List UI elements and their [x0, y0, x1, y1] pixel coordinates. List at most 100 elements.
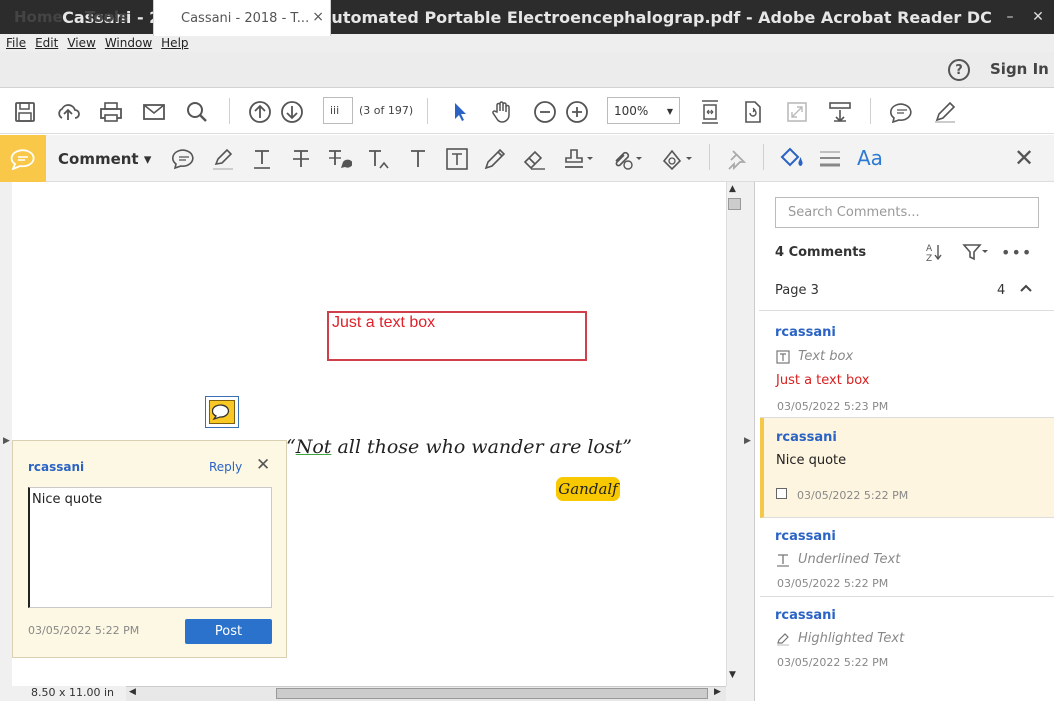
toolbar-divider [763, 144, 764, 170]
scroll-down-icon[interactable]: ▼ [729, 670, 736, 680]
comment-popup: rcassani Reply ✕ Nice quote 03/05/2022 5… [12, 440, 287, 658]
menu-window[interactable]: Window [105, 36, 152, 50]
eraser-icon[interactable] [521, 146, 547, 172]
search-comments-input[interactable]: Search Comments... [775, 197, 1039, 228]
collapse-left-panel-icon[interactable]: ▶ [3, 436, 10, 446]
comment-textarea[interactable]: Nice quote [28, 487, 272, 608]
line-weight-icon[interactable] [817, 146, 843, 172]
text-box-annotation[interactable]: Just a text box [327, 311, 587, 361]
more-options-icon[interactable]: ••• [1001, 243, 1032, 262]
page-group-count: 4 [997, 283, 1006, 298]
svg-text:A: A [926, 244, 933, 254]
attach-file-icon[interactable] [610, 146, 644, 172]
popup-author: rcassani [28, 460, 85, 474]
toolbar-divider [229, 98, 230, 124]
toolbar-divider [427, 98, 428, 124]
comment-tool-badge [0, 135, 46, 182]
comment-card[interactable]: rcassani Highlighted Text 03/05/2022 5:2… [760, 597, 1054, 677]
post-button[interactable]: Post [185, 619, 272, 644]
add-text-icon[interactable] [405, 146, 431, 172]
read-mode-icon[interactable] [828, 100, 852, 124]
pencil-draw-icon[interactable] [482, 146, 508, 172]
close-tab-icon[interactable]: × [312, 9, 324, 25]
zoom-level-select[interactable]: 100% ▼ [607, 97, 680, 124]
scroll-up-icon[interactable]: ▲ [729, 184, 736, 194]
next-page-icon[interactable] [280, 100, 304, 124]
quote-open: “ [286, 436, 296, 458]
pin-icon[interactable] [723, 146, 749, 172]
sticky-note-annotation[interactable] [205, 396, 239, 428]
sign-in-button[interactable]: Sign In [990, 60, 1049, 78]
collapse-panel-icon[interactable]: ▶ [744, 436, 751, 446]
select-pointer-icon[interactable] [448, 100, 472, 124]
shapes-icon[interactable] [660, 146, 694, 172]
vertical-scrollbar[interactable]: ▲ ▼ [726, 182, 742, 686]
search-icon[interactable] [185, 100, 209, 124]
menu-help[interactable]: Help [161, 36, 188, 50]
status-checkbox[interactable] [776, 488, 787, 499]
close-icon[interactable]: ✕ [256, 455, 270, 475]
tab-document[interactable]: Cassani - 2018 - T... × [153, 0, 331, 36]
page-count: (3 of 197) [359, 104, 414, 117]
horizontal-scroll-thumb[interactable] [276, 688, 708, 699]
comment-timestamp: 03/05/2022 5:22 PM [797, 489, 909, 502]
insert-text-icon[interactable] [366, 146, 392, 172]
popup-timestamp: 03/05/2022 5:22 PM [28, 624, 140, 637]
stamp-icon[interactable] [561, 146, 595, 172]
replace-text-icon[interactable] [326, 146, 352, 172]
vertical-scroll-thumb[interactable] [728, 198, 741, 210]
comment-author: rcassani [775, 325, 836, 340]
tab-bar [0, 52, 1054, 88]
filter-icon[interactable] [962, 242, 990, 262]
panel-splitter[interactable]: ▶ [742, 182, 755, 701]
sort-icon[interactable]: AZ [925, 242, 951, 264]
underline-text-icon[interactable] [249, 146, 275, 172]
quote-rest: all those who wander are lost” [331, 436, 632, 458]
text-format-button[interactable]: Aa [857, 146, 883, 170]
menu-view[interactable]: View [67, 36, 95, 50]
reply-link[interactable]: Reply [209, 460, 242, 474]
tab-tools[interactable]: Tools [85, 8, 128, 26]
page-group-label: Page 3 [775, 283, 819, 298]
comment-bubble-icon[interactable] [890, 100, 914, 124]
tab-home[interactable]: Home [14, 8, 63, 26]
minimize-button[interactable]: – [998, 0, 1022, 34]
menu-edit[interactable]: Edit [35, 36, 58, 50]
highlighted-text[interactable]: Gandalf [556, 477, 620, 501]
upload-cloud-icon[interactable] [56, 100, 80, 124]
document-tab-label: Cassani - 2018 - T... [181, 10, 310, 26]
save-icon[interactable] [13, 100, 37, 124]
zoom-out-icon[interactable] [533, 100, 557, 124]
close-window-button[interactable]: ✕ [1026, 0, 1050, 34]
comment-body: Nice quote [776, 453, 847, 468]
page-size-label: 8.50 x 11.00 in [31, 686, 115, 699]
comment-card-selected[interactable]: rcassani Nice quote 03/05/2022 5:22 PM [760, 418, 1054, 518]
rotate-page-icon[interactable] [741, 100, 765, 124]
page-number-input[interactable]: iii [323, 97, 353, 124]
menu-bar: File Edit View Window Help [0, 34, 1054, 52]
horizontal-scrollbar[interactable]: ◀ ▶ [126, 686, 726, 701]
full-screen-icon[interactable] [785, 100, 809, 124]
sign-pen-icon[interactable] [933, 100, 957, 124]
print-icon[interactable] [99, 100, 123, 124]
underlined-text[interactable]: Not [296, 436, 332, 458]
highlight-text-icon[interactable] [210, 146, 236, 172]
fill-color-icon[interactable] [778, 146, 804, 172]
strikethrough-text-icon[interactable] [288, 146, 314, 172]
text-box-icon[interactable] [444, 146, 470, 172]
zoom-in-icon[interactable] [565, 100, 589, 124]
chevron-up-icon[interactable] [1018, 280, 1034, 296]
menu-file[interactable]: File [6, 36, 26, 50]
hand-tool-icon[interactable] [490, 100, 514, 124]
comment-card[interactable]: rcassani Underlined Text 03/05/2022 5:22… [760, 518, 1054, 597]
scroll-right-icon[interactable]: ▶ [714, 687, 721, 697]
help-icon[interactable]: ? [948, 59, 970, 81]
scroll-left-icon[interactable]: ◀ [129, 687, 136, 697]
comment-card[interactable]: rcassani Text box Just a text box 03/05/… [760, 312, 1054, 418]
close-comment-tool-icon[interactable]: ✕ [1014, 144, 1034, 172]
sticky-note-icon[interactable] [171, 146, 197, 172]
previous-page-icon[interactable] [248, 100, 272, 124]
fit-page-icon[interactable] [698, 100, 722, 124]
comment-menu-button[interactable]: Comment ▾ [58, 150, 151, 168]
email-icon[interactable] [142, 100, 166, 124]
